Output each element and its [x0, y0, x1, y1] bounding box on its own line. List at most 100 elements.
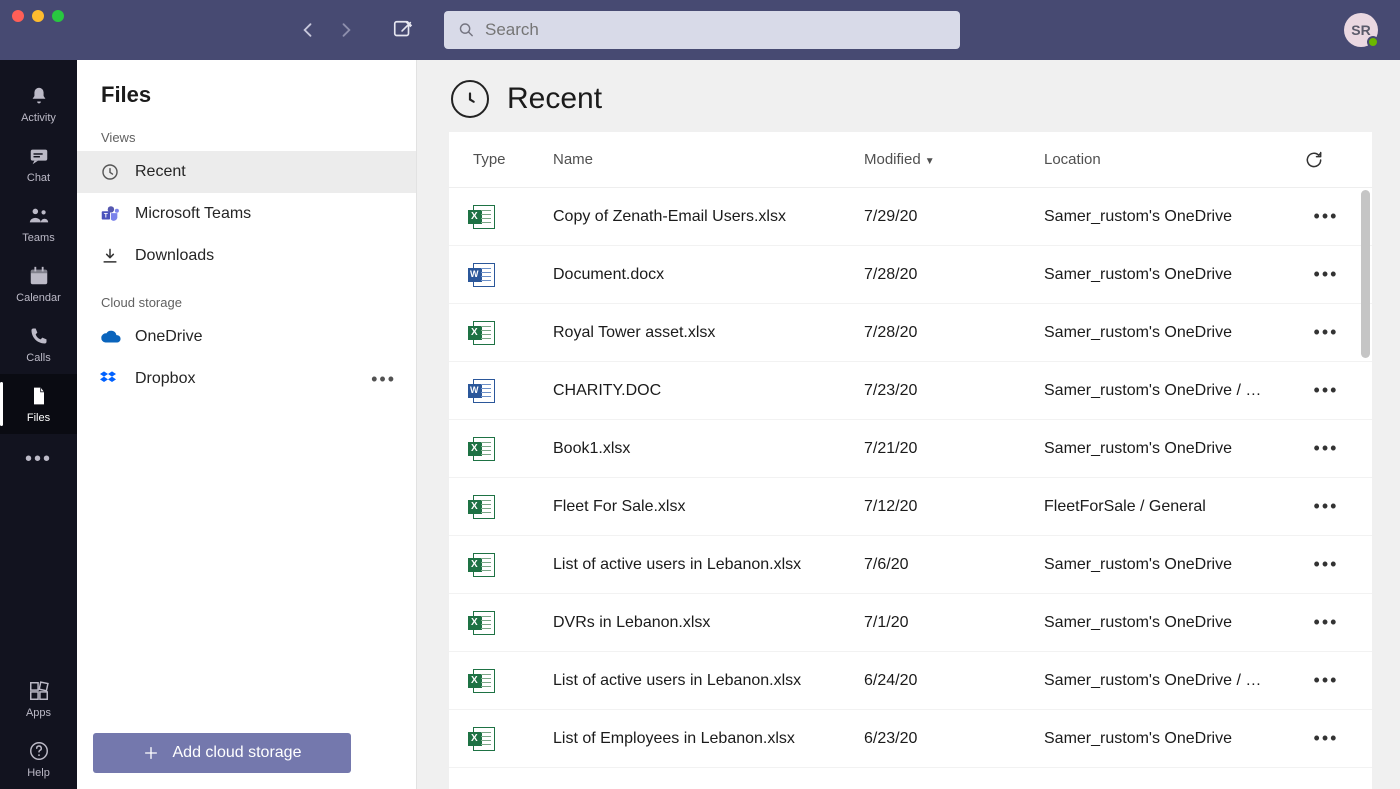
row-more-button[interactable]: •••	[1304, 670, 1348, 691]
file-location[interactable]: Samer_rustom's OneDrive / …	[1044, 672, 1304, 690]
file-name[interactable]: Document.docx	[553, 266, 864, 284]
file-modified: 7/28/20	[864, 324, 1044, 342]
rail-chat[interactable]: Chat	[0, 134, 77, 194]
bell-icon	[27, 84, 51, 108]
row-more-button[interactable]: •••	[1304, 206, 1348, 227]
file-modified: 6/23/20	[864, 730, 1044, 748]
row-more-button[interactable]: •••	[1304, 554, 1348, 575]
refresh-icon	[1304, 150, 1324, 170]
add-storage-label: Add cloud storage	[173, 744, 302, 762]
view-microsoft-teams[interactable]: T Microsoft Teams	[77, 193, 416, 235]
file-location[interactable]: Samer_rustom's OneDrive	[1044, 614, 1304, 632]
file-name[interactable]: CHARITY.DOC	[553, 382, 864, 400]
search-input[interactable]	[444, 11, 960, 49]
table-row[interactable]: Book1.xlsx7/21/20Samer_rustom's OneDrive…	[449, 420, 1372, 478]
rail-teams[interactable]: Teams	[0, 194, 77, 254]
col-location[interactable]: Location	[1044, 151, 1304, 168]
view-label: Microsoft Teams	[135, 205, 251, 223]
presence-available-icon	[1367, 36, 1379, 48]
refresh-button[interactable]	[1304, 150, 1348, 170]
file-modified: 7/1/20	[864, 614, 1044, 632]
rail-apps[interactable]: Apps	[0, 669, 77, 729]
rail-activity[interactable]: Activity	[0, 74, 77, 134]
pane-title: Files	[77, 60, 416, 122]
titlebar: SR	[0, 0, 1400, 60]
row-more-button[interactable]: •••	[1304, 438, 1348, 459]
rail-label: Teams	[22, 232, 54, 244]
file-name[interactable]: Royal Tower asset.xlsx	[553, 324, 864, 342]
minimize-window-icon[interactable]	[32, 10, 44, 22]
main-content: Recent Type Name Modified▼ Location Copy…	[417, 60, 1400, 789]
file-name[interactable]: DVRs in Lebanon.xlsx	[553, 614, 864, 632]
row-more-button[interactable]: •••	[1304, 380, 1348, 401]
table-row[interactable]: Fleet For Sale.xlsx7/12/20FleetForSale /…	[449, 478, 1372, 536]
calendar-icon	[27, 264, 51, 288]
col-type[interactable]: Type	[473, 151, 553, 168]
cloud-dropbox[interactable]: Dropbox •••	[77, 358, 416, 400]
row-more-button[interactable]: •••	[1304, 728, 1348, 749]
file-name[interactable]: Fleet For Sale.xlsx	[553, 498, 864, 516]
window-controls[interactable]	[12, 10, 64, 22]
file-modified: 7/28/20	[864, 266, 1044, 284]
search-field[interactable]	[485, 20, 946, 40]
file-name[interactable]: List of Employees in Lebanon.xlsx	[553, 730, 864, 748]
file-modified: 7/6/20	[864, 556, 1044, 574]
avatar[interactable]: SR	[1344, 13, 1378, 47]
dropbox-more-button[interactable]: •••	[371, 369, 396, 390]
rail-label: Activity	[21, 112, 56, 124]
table-row[interactable]: Royal Tower asset.xlsx7/28/20Samer_rusto…	[449, 304, 1372, 362]
row-more-button[interactable]: •••	[1304, 612, 1348, 633]
table-row[interactable]: List of active users in Lebanon.xlsx6/24…	[449, 652, 1372, 710]
rail-files[interactable]: Files	[0, 374, 77, 434]
rail-calls[interactable]: Calls	[0, 314, 77, 374]
rail-help[interactable]: Help	[0, 729, 77, 789]
file-name[interactable]: Copy of Zenath-Email Users.xlsx	[553, 208, 864, 226]
close-window-icon[interactable]	[12, 10, 24, 22]
row-more-button[interactable]: •••	[1304, 264, 1348, 285]
section-cloud: Cloud storage	[77, 287, 416, 316]
table-row[interactable]: CHARITY.DOC7/23/20Samer_rustom's OneDriv…	[449, 362, 1372, 420]
rail-more[interactable]: •••	[25, 434, 52, 485]
file-name[interactable]: List of active users in Lebanon.xlsx	[553, 672, 864, 690]
files-table: Type Name Modified▼ Location Copy of Zen…	[449, 132, 1372, 789]
cloud-onedrive[interactable]: OneDrive	[77, 316, 416, 358]
cloud-label: OneDrive	[135, 328, 203, 346]
file-location[interactable]: Samer_rustom's OneDrive	[1044, 556, 1304, 574]
compose-button[interactable]	[392, 19, 414, 41]
file-location[interactable]: Samer_rustom's OneDrive	[1044, 730, 1304, 748]
table-row[interactable]: DVRs in Lebanon.xlsx7/1/20Samer_rustom's…	[449, 594, 1372, 652]
file-location[interactable]: Samer_rustom's OneDrive / …	[1044, 382, 1304, 400]
col-modified[interactable]: Modified▼	[864, 151, 1044, 168]
scrollbar-thumb[interactable]	[1361, 190, 1370, 358]
chat-icon	[27, 144, 51, 168]
sort-desc-icon: ▼	[925, 156, 935, 167]
rail-calendar[interactable]: Calendar	[0, 254, 77, 314]
file-location[interactable]: FleetForSale / General	[1044, 498, 1304, 516]
forward-button[interactable]	[336, 20, 356, 40]
add-cloud-storage-button[interactable]: Add cloud storage	[93, 733, 351, 773]
row-more-button[interactable]: •••	[1304, 496, 1348, 517]
files-side-pane: Files Views Recent T Microsoft Teams Dow…	[77, 60, 417, 789]
file-name[interactable]: Book1.xlsx	[553, 440, 864, 458]
onedrive-icon	[99, 326, 121, 348]
table-row[interactable]: List of active users in Lebanon.xlsx7/6/…	[449, 536, 1372, 594]
row-more-button[interactable]: •••	[1304, 322, 1348, 343]
table-row[interactable]: List of Employees in Lebanon.xlsx6/23/20…	[449, 710, 1372, 768]
search-icon	[458, 21, 475, 39]
view-recent[interactable]: Recent	[77, 151, 416, 193]
file-name[interactable]: List of active users in Lebanon.xlsx	[553, 556, 864, 574]
back-button[interactable]	[298, 20, 318, 40]
excel-file-icon	[473, 495, 495, 519]
view-downloads[interactable]: Downloads	[77, 235, 416, 277]
file-location[interactable]: Samer_rustom's OneDrive	[1044, 208, 1304, 226]
file-location[interactable]: Samer_rustom's OneDrive	[1044, 266, 1304, 284]
file-modified: 7/12/20	[864, 498, 1044, 516]
table-row[interactable]: Copy of Zenath-Email Users.xlsx7/29/20Sa…	[449, 188, 1372, 246]
col-name[interactable]: Name	[553, 151, 864, 168]
zoom-window-icon[interactable]	[52, 10, 64, 22]
table-row[interactable]: Document.docx7/28/20Samer_rustom's OneDr…	[449, 246, 1372, 304]
file-location[interactable]: Samer_rustom's OneDrive	[1044, 440, 1304, 458]
teams-icon	[27, 204, 51, 228]
file-location[interactable]: Samer_rustom's OneDrive	[1044, 324, 1304, 342]
rail-label: Calendar	[16, 292, 61, 304]
